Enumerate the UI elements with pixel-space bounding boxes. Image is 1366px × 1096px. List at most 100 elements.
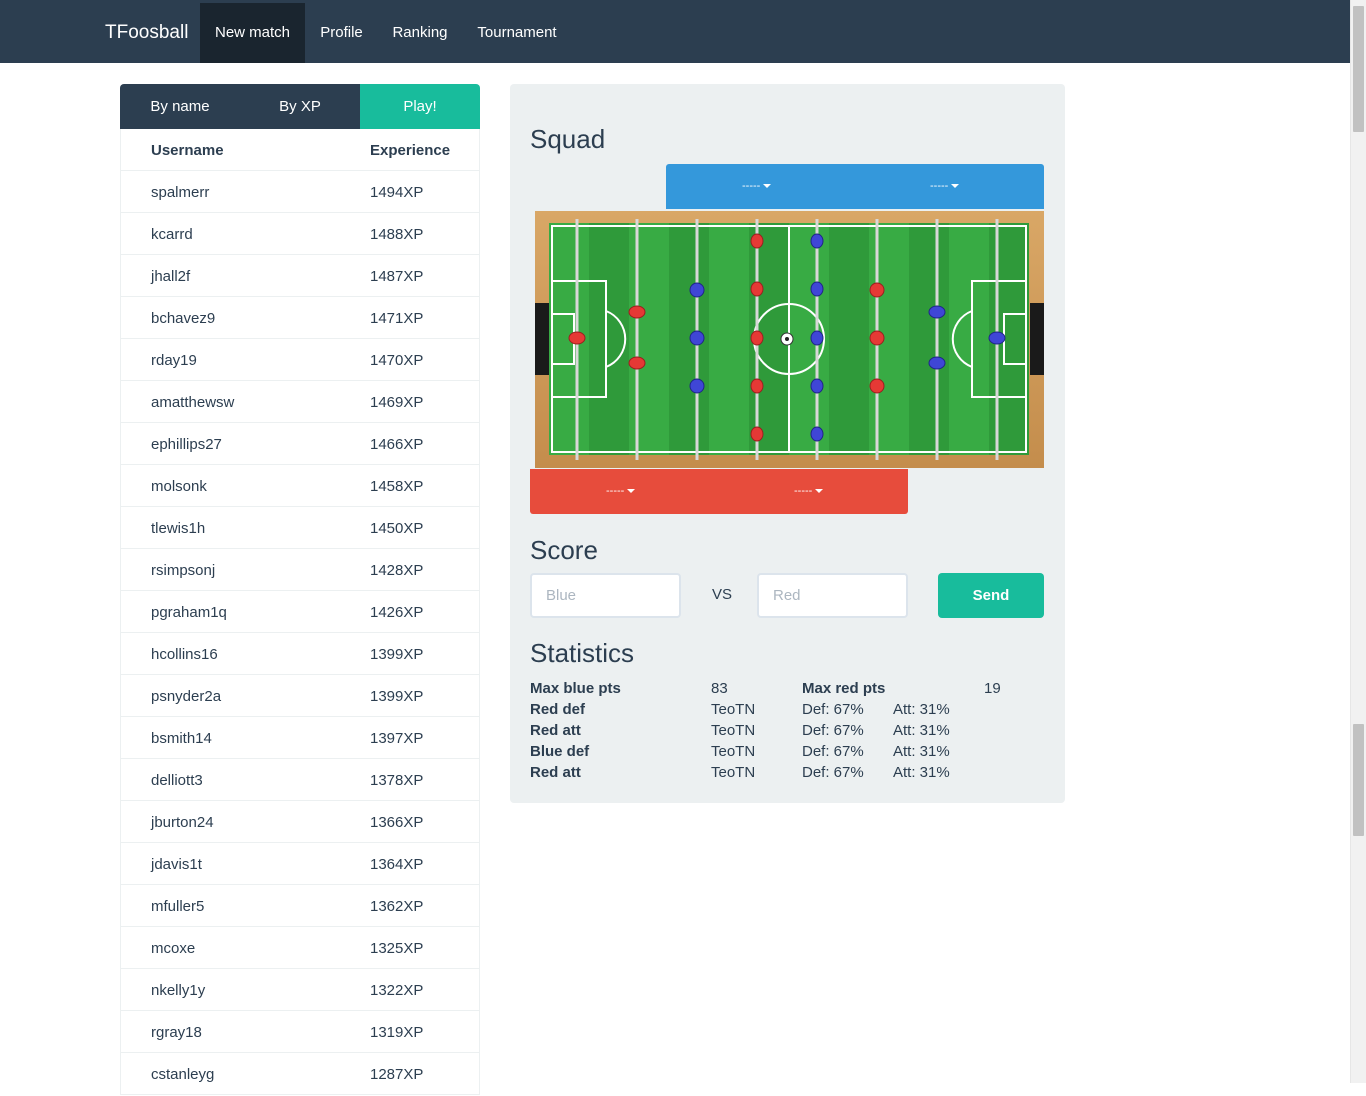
blue-player-2-select[interactable]: ----- (930, 164, 960, 209)
chevron-down-icon (627, 489, 636, 494)
nav-tournament[interactable]: Tournament (462, 3, 572, 63)
table-row[interactable]: mcoxe 1325XP (121, 927, 479, 969)
red-score-input[interactable] (757, 573, 908, 618)
nav-ranking[interactable]: Ranking (378, 3, 462, 63)
sort-tabs: By name By XP Play! (120, 84, 480, 129)
blue-player-2-value: ----- (930, 180, 949, 192)
max-blue-label: Max blue pts (530, 680, 621, 697)
table-row[interactable]: rgray18 1319XP (121, 1011, 479, 1053)
table-row[interactable]: spalmerr 1494XP (121, 171, 479, 213)
table-row[interactable]: bchavez9 1471XP (121, 297, 479, 339)
scroll-thumb[interactable] (1353, 724, 1364, 836)
row-username: rday19 (151, 352, 197, 369)
table-row[interactable]: molsonk 1458XP (121, 465, 479, 507)
table-header: Username Experience (121, 129, 479, 171)
row-username: ephillips27 (151, 436, 222, 453)
stat-role-label: Red att (530, 722, 581, 739)
stat-role-label: Blue def (530, 743, 590, 760)
table-row[interactable]: delliott3 1378XP (121, 759, 479, 801)
row-username: molsonk (151, 478, 207, 495)
row-experience: 1470XP (370, 352, 424, 369)
score-title: Score (530, 535, 598, 565)
vs-label: VS (712, 586, 733, 603)
row-experience: 1287XP (370, 1066, 424, 1083)
row-username: mcoxe (151, 940, 196, 957)
table-row[interactable]: amatthewsw 1469XP (121, 381, 479, 423)
row-experience: 1487XP (370, 268, 424, 285)
stat-att: Att: 31% (893, 743, 950, 760)
table-row[interactable]: tlewis1h 1450XP (121, 507, 479, 549)
header-experience: Experience (370, 142, 451, 159)
row-experience: 1322XP (370, 982, 424, 999)
blue-score-input[interactable] (530, 573, 681, 618)
red-player-2-value: ----- (794, 485, 813, 497)
stat-player: TeoTN (711, 764, 756, 781)
page-scrollbar[interactable] (1350, 0, 1366, 1083)
table-row[interactable]: nkelly1y 1322XP (121, 969, 479, 1011)
max-red-value: 19 (984, 680, 1001, 697)
red-player-1-value: ----- (606, 485, 625, 497)
blue-team-selects: ----- ----- (666, 164, 1044, 209)
row-experience: 1325XP (370, 940, 424, 957)
nav-new-match[interactable]: New match (200, 3, 305, 63)
chevron-down-icon (951, 184, 960, 189)
table-row[interactable]: bsmith14 1397XP (121, 717, 479, 759)
scroll-thumb-top[interactable] (1353, 6, 1364, 132)
table-row[interactable]: cstanleyg 1287XP (121, 1053, 479, 1095)
stat-player: TeoTN (711, 701, 756, 718)
row-username: bchavez9 (151, 310, 216, 327)
stat-role-label: Red att (530, 764, 581, 781)
top-navbar: TFoosball New match Profile Ranking Tour… (0, 0, 1350, 63)
table-row[interactable]: rsimpsonj 1428XP (121, 549, 479, 591)
stat-att: Att: 31% (893, 701, 950, 718)
send-button[interactable]: Send (938, 573, 1044, 618)
row-experience: 1458XP (370, 478, 424, 495)
tab-by-xp[interactable]: By XP (240, 84, 360, 129)
blue-player-1-select[interactable]: ----- (742, 164, 772, 209)
row-username: jburton24 (151, 814, 214, 831)
row-experience: 1362XP (370, 898, 424, 915)
table-row[interactable]: psnyder2a 1399XP (121, 675, 479, 717)
row-username: jdavis1t (151, 856, 202, 873)
row-experience: 1494XP (370, 184, 424, 201)
row-experience: 1378XP (370, 772, 424, 789)
stat-player: TeoTN (711, 722, 756, 739)
row-experience: 1450XP (370, 520, 424, 537)
row-username: amatthewsw (151, 394, 235, 411)
statistics-title: Statistics (530, 638, 635, 668)
table-row[interactable]: hcollins16 1399XP (121, 633, 479, 675)
row-experience: 1397XP (370, 730, 424, 747)
max-blue-value: 83 (711, 680, 728, 697)
row-username: rsimpsonj (151, 562, 216, 579)
red-player-1-select[interactable]: ----- (606, 469, 636, 514)
ranking-table: Username Experience spalmerr 1494XP kcarrd… (120, 129, 480, 1095)
squad-title: Squad (530, 124, 606, 154)
table-row[interactable]: mfuller5 1362XP (121, 885, 479, 927)
nav-profile[interactable]: Profile (305, 3, 378, 63)
table-row[interactable]: pgraham1q 1426XP (121, 591, 479, 633)
foosball-table-image (535, 211, 1044, 468)
row-experience: 1364XP (370, 856, 424, 873)
play-button[interactable]: Play! (360, 84, 480, 129)
stat-def: Def: 67% (802, 722, 864, 739)
row-experience: 1399XP (370, 646, 424, 663)
table-row[interactable]: jhall2f 1487XP (121, 255, 479, 297)
row-username: cstanleyg (151, 1066, 215, 1083)
row-username: kcarrd (151, 226, 193, 243)
stat-att: Att: 31% (893, 722, 950, 739)
table-row[interactable]: ephillips27 1466XP (121, 423, 479, 465)
row-experience: 1366XP (370, 814, 424, 831)
stat-player: TeoTN (711, 743, 756, 760)
tab-by-name[interactable]: By name (120, 84, 240, 129)
row-username: psnyder2a (151, 688, 222, 705)
table-row[interactable]: rday19 1470XP (121, 339, 479, 381)
red-player-2-select[interactable]: ----- (794, 469, 824, 514)
row-username: delliott3 (151, 772, 203, 789)
table-row[interactable]: kcarrd 1488XP (121, 213, 479, 255)
row-experience: 1471XP (370, 310, 424, 327)
brand-logo[interactable]: TFoosball (105, 0, 188, 63)
table-row[interactable]: jdavis1t 1364XP (121, 843, 479, 885)
row-username: jhall2f (151, 268, 191, 285)
table-row[interactable]: jburton24 1366XP (121, 801, 479, 843)
stat-def: Def: 67% (802, 701, 864, 718)
